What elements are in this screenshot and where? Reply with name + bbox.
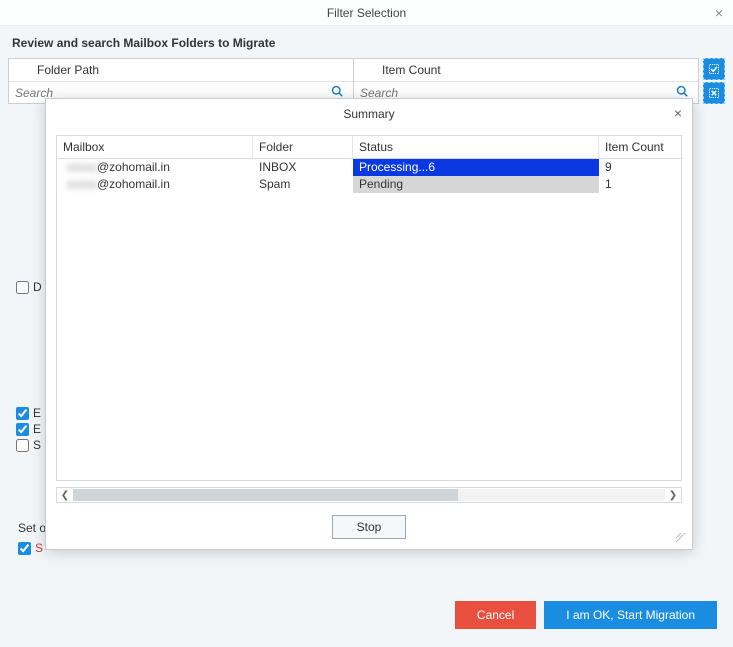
option-d-checkbox[interactable]: [16, 281, 29, 294]
cell-count: 9: [599, 159, 681, 176]
scroll-left-icon[interactable]: ❮: [57, 490, 73, 501]
cell-status: Pending: [353, 176, 599, 193]
horizontal-scrollbar[interactable]: ❮ ❯: [56, 487, 682, 503]
col-count-header[interactable]: Item Count: [599, 136, 681, 158]
col-folder-header[interactable]: Folder: [253, 136, 353, 158]
summary-modal: Summary × Mailbox Folder Status Item Cou…: [45, 98, 693, 550]
set-label: Set o: [18, 521, 46, 535]
window-title: Filter Selection: [327, 6, 406, 20]
red-option-label: S: [35, 541, 43, 555]
option-d-label: D: [33, 280, 42, 294]
summary-table-body: xxxxx@zohomail.inINBOXProcessing...69xxx…: [57, 159, 681, 480]
col-mailbox-header[interactable]: Mailbox: [57, 136, 253, 158]
cell-folder: INBOX: [253, 159, 353, 176]
stop-button[interactable]: Stop: [332, 515, 407, 539]
red-option: S: [18, 541, 43, 555]
option-s-checkbox[interactable]: [16, 439, 29, 452]
option-e1-label: E: [33, 406, 41, 420]
table-row[interactable]: xxxxx@zohomail.inINBOXProcessing...69: [57, 159, 681, 176]
cell-count: 1: [599, 176, 681, 193]
folder-path-header: Folder Path: [9, 59, 353, 82]
table-row[interactable]: xxxxx@zohomail.inSpamPending1: [57, 176, 681, 193]
cell-status: Processing...6: [353, 159, 599, 176]
footer-buttons: Cancel I am OK, Start Migration: [455, 601, 717, 629]
window-close-icon[interactable]: ×: [715, 0, 723, 26]
summary-table-head: Mailbox Folder Status Item Count: [57, 136, 681, 159]
item-count-header: Item Count: [354, 59, 698, 82]
option-e1-checkbox[interactable]: [16, 407, 29, 420]
scroll-track[interactable]: [73, 489, 665, 501]
option-s-label: S: [33, 438, 41, 452]
col-status-header[interactable]: Status: [353, 136, 599, 158]
summary-table: Mailbox Folder Status Item Count xxxxx@z…: [56, 135, 682, 481]
cell-mailbox: xxxxx@zohomail.in: [57, 159, 253, 176]
modal-titlebar: Summary ×: [46, 99, 692, 129]
red-option-checkbox[interactable]: [18, 542, 31, 555]
cell-folder: Spam: [253, 176, 353, 193]
option-e2-checkbox[interactable]: [16, 423, 29, 436]
start-migration-button[interactable]: I am OK, Start Migration: [544, 601, 717, 629]
selection-side-buttons: [703, 58, 725, 104]
modal-title: Summary: [343, 107, 394, 121]
scroll-right-icon[interactable]: ❯: [665, 490, 681, 501]
modal-footer: Stop: [46, 505, 692, 549]
scroll-thumb[interactable]: [73, 489, 458, 501]
deselect-all-button[interactable]: [703, 82, 725, 104]
titlebar: Filter Selection ×: [0, 0, 733, 26]
left-options-group: D E E S: [16, 280, 42, 454]
page-subheader: Review and search Mailbox Folders to Mig…: [0, 26, 733, 58]
modal-close-icon[interactable]: ×: [674, 105, 682, 121]
cell-mailbox: xxxxx@zohomail.in: [57, 176, 253, 193]
select-all-button[interactable]: [703, 58, 725, 80]
cancel-button[interactable]: Cancel: [455, 601, 536, 629]
resize-grip-icon[interactable]: [676, 533, 686, 543]
option-e2-label: E: [33, 422, 41, 436]
